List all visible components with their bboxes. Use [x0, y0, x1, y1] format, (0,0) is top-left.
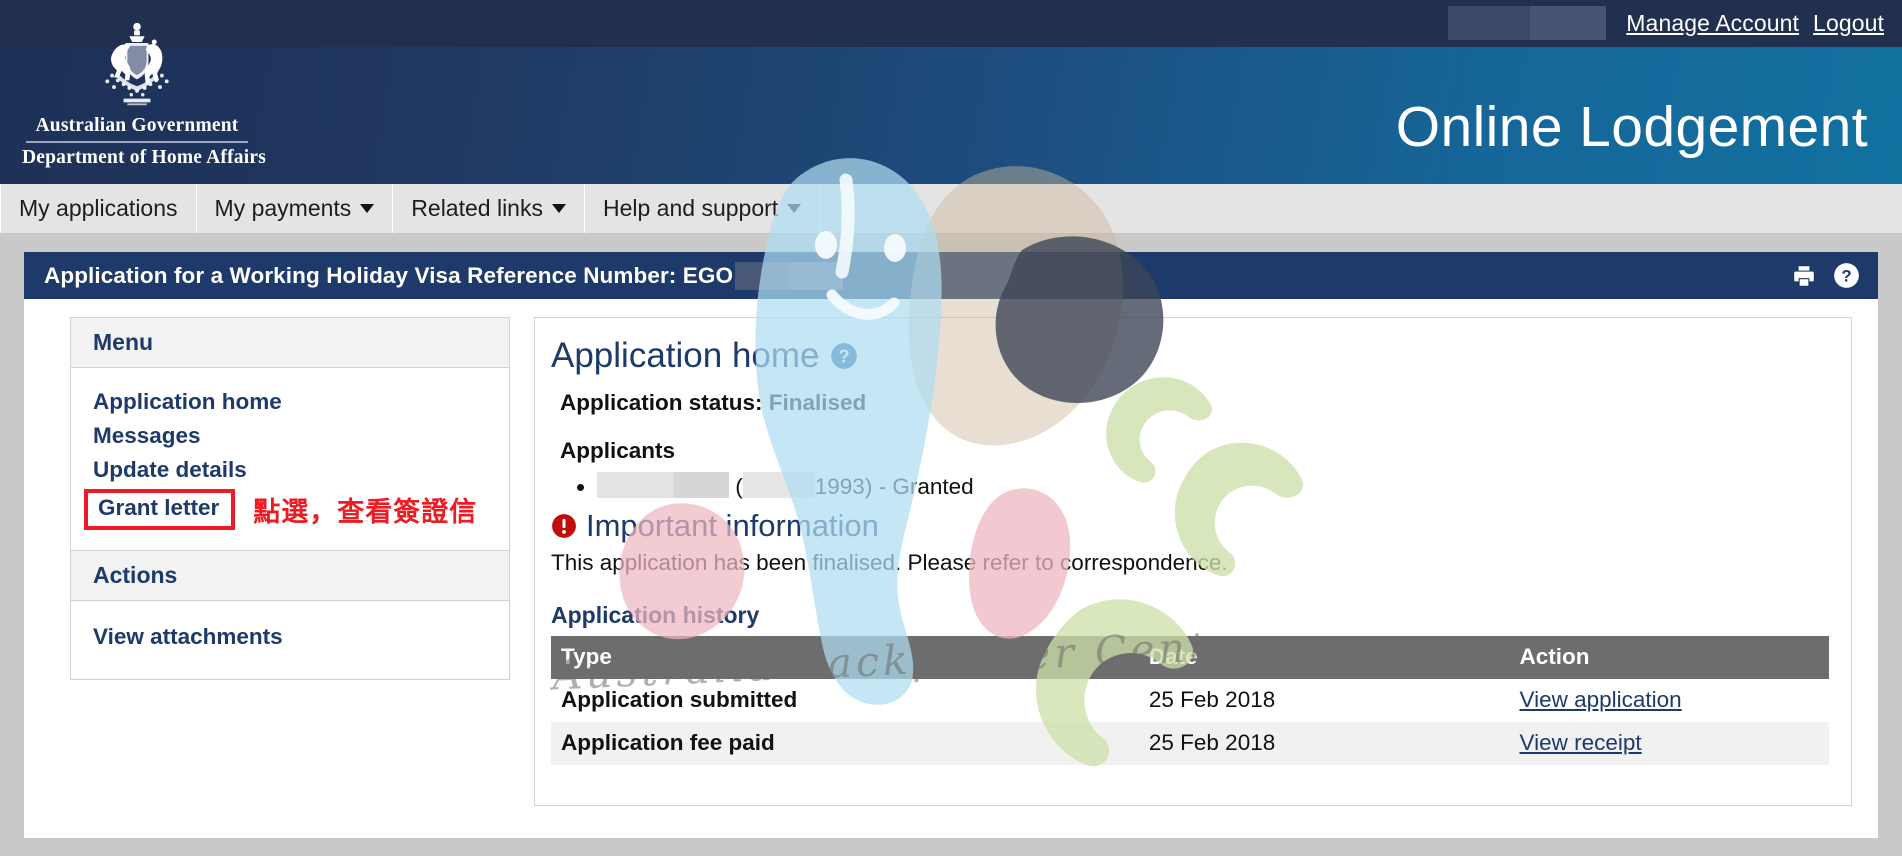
help-circle-icon[interactable]: ? — [830, 342, 858, 370]
crest-divider — [26, 141, 248, 143]
crest-line-1: Australian Government — [35, 115, 239, 136]
cell-date: 25 Feb 2018 — [1148, 730, 1276, 756]
alert-exclamation-icon — [551, 513, 577, 539]
application-title-bar: Application for a Working Holiday Visa R… — [24, 252, 1878, 299]
account-name-redacted — [1448, 6, 1607, 40]
sidebar-item-update-details[interactable]: Update details — [93, 454, 247, 488]
nav-item-related-links[interactable]: Related links — [393, 184, 585, 233]
view-application-link[interactable]: View application — [1519, 687, 1681, 712]
applicants-heading: Applicants — [560, 438, 676, 463]
sidebar-item-view-attachments[interactable]: View attachments — [93, 621, 283, 655]
help-circle-icon[interactable]: ? — [1833, 262, 1860, 289]
page-title: Application home ? — [551, 336, 1829, 376]
cell-date: 25 Feb 2018 — [1148, 687, 1276, 713]
chevron-down-icon — [551, 204, 566, 213]
table-header-row: Type Date Action — [551, 636, 1829, 680]
menu-heading: Menu — [71, 318, 509, 368]
sidebar-item-grant-letter[interactable]: Grant letter — [98, 495, 219, 521]
sidebar-item-application-home[interactable]: Application home — [93, 386, 282, 420]
column-header-action: Action — [1509, 636, 1829, 680]
cell-action: View receipt — [1509, 722, 1829, 765]
menu-panel: Menu Application home Messages Update de… — [70, 317, 510, 551]
column-header-date: Date — [1138, 636, 1510, 680]
important-information-heading: Important information — [551, 508, 1829, 544]
svg-text:?: ? — [838, 347, 849, 367]
cell-action: View application — [1509, 679, 1829, 722]
utility-bar: Manage Account Logout — [0, 0, 1902, 47]
table-row: Application fee paid 25 Feb 2018 View re… — [551, 722, 1829, 766]
svg-text:?: ? — [1841, 267, 1851, 286]
chevron-down-icon — [360, 204, 375, 213]
application-history-title: Application history — [551, 602, 760, 629]
applicant-dob-redacted — [742, 472, 815, 498]
open-paren: ( — [735, 474, 743, 499]
application-status: Application status: Finalised — [560, 390, 867, 415]
reference-number-redacted — [735, 261, 844, 290]
annotation-text: 點選，查看簽證信 — [253, 497, 478, 527]
close-paren: ) — [864, 474, 873, 499]
government-crest: Australian Government Department of Home… — [22, 20, 267, 169]
sidebar-item-messages[interactable]: Messages — [93, 420, 201, 454]
chevron-down-icon — [787, 204, 802, 213]
grant-letter-highlight-box: Grant letter — [84, 489, 236, 530]
cell-type: Application fee paid — [561, 730, 775, 756]
actions-heading: Actions — [71, 551, 509, 601]
site-title: Online Lodgement — [1395, 95, 1868, 159]
grant-letter-row: Grant letter 點選，查看簽證信 — [84, 489, 509, 530]
page-body: Application for a Working Holiday Visa R… — [24, 252, 1878, 838]
cell-type: Application submitted — [561, 687, 798, 713]
applicants-list: (1993) - Granted — [551, 472, 1829, 502]
applicant-outcome: - Granted — [878, 474, 974, 499]
nav-label: My payments — [214, 195, 352, 221]
main-panel: Application home ? Application status: F… — [534, 317, 1852, 807]
main-navigation: My applications My payments Related link… — [0, 184, 1902, 234]
content-region: Menu Application home Messages Update de… — [24, 299, 1878, 807]
australian-coat-of-arms-icon — [105, 22, 169, 106]
sidebar: Menu Application home Messages Update de… — [70, 317, 510, 806]
actions-panel: Actions View attachments — [70, 551, 510, 680]
manage-account-link[interactable]: Manage Account — [1626, 10, 1799, 37]
application-history-table: Type Date Action Application submitted 2… — [551, 636, 1829, 766]
list-item: (1993) - Granted — [597, 472, 1829, 502]
crest-line-2: Department of Home Affairs — [22, 147, 267, 168]
applicant-name-redacted — [597, 472, 729, 498]
important-heading-text: Important information — [586, 508, 879, 544]
nav-label: Related links — [411, 195, 543, 221]
printer-icon[interactable] — [1791, 263, 1817, 289]
view-receipt-link[interactable]: View receipt — [1519, 730, 1641, 755]
applicant-birth-year: 1993 — [814, 474, 865, 499]
nav-item-my-payments[interactable]: My payments — [197, 184, 394, 233]
column-header-type: Type — [551, 636, 1139, 680]
important-information-text: This application has been finalised. Ple… — [551, 550, 1228, 576]
logout-link[interactable]: Logout — [1813, 10, 1884, 37]
nav-label: My applications — [19, 195, 178, 221]
page-title-text: Application home — [551, 336, 820, 375]
nav-item-help-and-support[interactable]: Help and support — [585, 184, 821, 233]
site-header: Manage Account Logout Australian Governm… — [0, 0, 1902, 184]
nav-item-my-applications[interactable]: My applications — [0, 184, 197, 233]
application-title: Application for a Working Holiday Visa R… — [44, 262, 734, 288]
nav-label: Help and support — [602, 195, 779, 221]
page-root: Manage Account Logout Australian Governm… — [0, 0, 1902, 856]
table-row: Application submitted 25 Feb 2018 View a… — [551, 679, 1829, 723]
